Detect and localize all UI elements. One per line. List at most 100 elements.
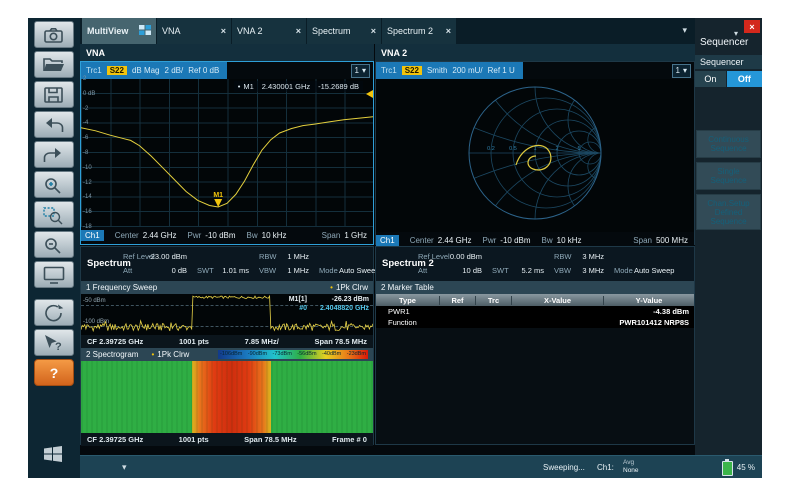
tab-vna[interactable]: VNA × xyxy=(157,18,231,44)
tab-close-icon[interactable]: × xyxy=(296,26,301,36)
undo-icon xyxy=(41,115,67,135)
trace-scale: 2 dB/ xyxy=(165,66,184,75)
spectrogram-footer: CF 2.39725 GHz 1001 pts Span 78.5 MHz Fr… xyxy=(81,433,373,446)
trace-ref: Ref 0 dB xyxy=(188,66,219,75)
trace-format: Smith xyxy=(427,66,447,75)
status-bar: ▾ Sweeping... Ch1: AvgNone 45 % xyxy=(80,455,762,478)
tab-label: VNA 2 xyxy=(237,26,263,36)
zoom-select-button[interactable] xyxy=(34,201,74,228)
ref-level-arrow-icon[interactable] xyxy=(362,90,373,98)
panel-title: Sequencer xyxy=(700,37,748,48)
svg-text:0.2: 0.2 xyxy=(487,146,495,152)
sparam-badge: S22 xyxy=(402,66,422,75)
left-toolbar: ? ? xyxy=(28,18,80,478)
spectrogram-signal-band xyxy=(192,361,271,433)
sparam-badge: S22 xyxy=(107,66,127,75)
channel-badge[interactable]: Ch1 xyxy=(81,230,104,241)
svg-text:0.5: 0.5 xyxy=(509,146,517,152)
display-config-button[interactable] xyxy=(34,261,74,288)
sequencer-toggle: On Off xyxy=(695,71,762,87)
tab-bar: MultiView VNA × VNA 2 × Spectrum × Spect… xyxy=(80,18,695,44)
zoom-in-button[interactable] xyxy=(34,171,74,198)
battery-icon xyxy=(722,461,733,476)
zoom-in-icon xyxy=(41,175,67,195)
table-row[interactable]: PWR1 -4.38 dBm xyxy=(376,306,694,317)
spectrum-footer: CF 2.39725 GHz 1001 pts 7.85 MHz/ Span 7… xyxy=(81,335,373,348)
help-button[interactable]: ? xyxy=(34,359,74,386)
spectrum-window: Spectrum Ref Level-23.00 dBm Att0 dB SWT… xyxy=(80,246,374,445)
preset-button[interactable] xyxy=(34,299,74,326)
status-average: AvgNone xyxy=(623,459,639,475)
vna-window: Trc1 S22 dB Mag 2 dB/ Ref 0 dB 1 ▾ 20 dB… xyxy=(80,61,374,245)
marker-table-bar: 2 Marker Table xyxy=(376,281,694,294)
spectrogram-scale-label: -40dBm xyxy=(322,350,341,359)
redo-button[interactable] xyxy=(34,141,74,168)
sweep-status: Sweeping... xyxy=(543,463,585,472)
multiview-grid-icon xyxy=(139,25,151,37)
vna-trace-header: Trc1 S22 dB Mag 2 dB/ Ref 0 dB 1 ▾ xyxy=(81,62,373,79)
single-sequence-button[interactable]: Single Sequence xyxy=(696,162,761,190)
detector-label: •1Pk Clrw xyxy=(151,350,189,359)
channel-badge[interactable]: Ch1 xyxy=(376,235,399,246)
question-mark-icon: ? xyxy=(50,365,59,381)
close-panel-button[interactable]: × xyxy=(744,20,760,33)
m1-marker[interactable]: M1 xyxy=(213,192,223,207)
tab-label: MultiView xyxy=(87,26,128,36)
spectrum-settings-header: Spectrum Ref Level-23.00 dBm Att0 dB SWT… xyxy=(81,247,373,281)
svg-text:?: ? xyxy=(55,341,62,353)
spectrogram-scale-label: -106dBm xyxy=(220,350,242,359)
vna-plot-area: 20 dB-2-4-6-8-10-12-14-16-18 M1 •M1 2.43… xyxy=(81,79,373,227)
sequencer-off-button[interactable]: Off xyxy=(727,71,762,87)
window-number-dropdown[interactable]: 1 ▾ xyxy=(351,64,370,78)
empty-result-area xyxy=(376,328,694,444)
context-help-button[interactable]: ? xyxy=(34,329,74,356)
statusbar-collapse-caret[interactable]: ▾ xyxy=(122,462,127,473)
continuous-sequence-button[interactable]: Continuous Sequence xyxy=(696,130,761,158)
defined-sequence-button[interactable]: Chan.Setup Defined Sequence xyxy=(696,194,761,230)
vna2-window: Trc1 S22 Smith 200 mU/ Ref 1 U 1 ▾ xyxy=(375,61,695,245)
sequencer-panel: ▾ × Sequencer Sequencer On Off Continuou… xyxy=(695,18,762,455)
vna2-window-title: VNA 2 xyxy=(375,44,695,61)
refresh-icon xyxy=(41,303,67,323)
frequency-sweep-bar: 1 Frequency Sweep •1Pk Clrw xyxy=(81,281,373,294)
spectrum-plot-area: -50 dBm -100 dBm M1[1]-26.23 dBm #02.404… xyxy=(81,294,373,335)
marker-table-header: Type Ref Trc X-Value Y-Value xyxy=(376,294,694,306)
zoom-off-icon xyxy=(41,235,67,255)
tab-spectrum[interactable]: Spectrum × xyxy=(307,18,381,44)
spectrogram-bar: 2 Spectrogram •1Pk Clrw -106dBm-90dBm-73… xyxy=(81,348,373,361)
screenshot-page: ? ? MultiView VNA × VNA 2 × Spectrum × S… xyxy=(0,0,790,496)
sequencer-on-button[interactable]: On xyxy=(695,71,726,87)
screenshot-button[interactable] xyxy=(34,21,74,48)
vna-window-title: VNA xyxy=(80,44,374,61)
vna-marker-readout: •M1 2.430001 GHz -15.2689 dB xyxy=(234,81,363,92)
trace-name: Trc1 xyxy=(381,66,397,75)
tab-spectrum2[interactable]: Spectrum 2 × xyxy=(382,18,456,44)
tab-vna2[interactable]: VNA 2 × xyxy=(232,18,306,44)
trace-name: Trc1 xyxy=(86,66,102,75)
windows-start-button[interactable] xyxy=(34,439,74,466)
zoom-off-button[interactable] xyxy=(34,231,74,258)
table-row[interactable]: Function PWR101412 NRP8S xyxy=(376,317,694,328)
status-channel: Ch1: xyxy=(597,463,614,472)
trace-scale: 200 mU/ xyxy=(452,66,482,75)
display-icon xyxy=(41,265,67,285)
tab-multiview[interactable]: MultiView xyxy=(82,18,156,44)
svg-text:5: 5 xyxy=(577,146,580,152)
save-button[interactable] xyxy=(34,81,74,108)
tab-close-icon[interactable]: × xyxy=(371,26,376,36)
trace-color-dot: • xyxy=(330,283,333,292)
tab-close-icon[interactable]: × xyxy=(446,26,451,36)
undo-button[interactable] xyxy=(34,111,74,138)
smith-chart-area: 0.2 0.5 1 2 5 xyxy=(376,79,694,232)
chevron-down-icon: ▾ xyxy=(683,66,687,75)
battery-percentage: 45 % xyxy=(737,463,755,472)
sequencer-state-label: Sequencer xyxy=(695,55,762,69)
window-number-dropdown[interactable]: 1 ▾ xyxy=(672,64,691,78)
trace-format: dB Mag xyxy=(132,66,160,75)
camera-icon xyxy=(41,25,67,45)
spectrum2-settings-header: Spectrum 2 Ref Level0.00 dBm Att10 dB SW… xyxy=(376,247,694,281)
open-button[interactable] xyxy=(34,51,74,78)
tab-overflow-caret[interactable]: ▾ xyxy=(682,25,687,36)
tab-close-icon[interactable]: × xyxy=(221,26,226,36)
spectrum-marker-readout: M1[1]-26.23 dBm #02.4048820 GHz xyxy=(289,295,369,313)
